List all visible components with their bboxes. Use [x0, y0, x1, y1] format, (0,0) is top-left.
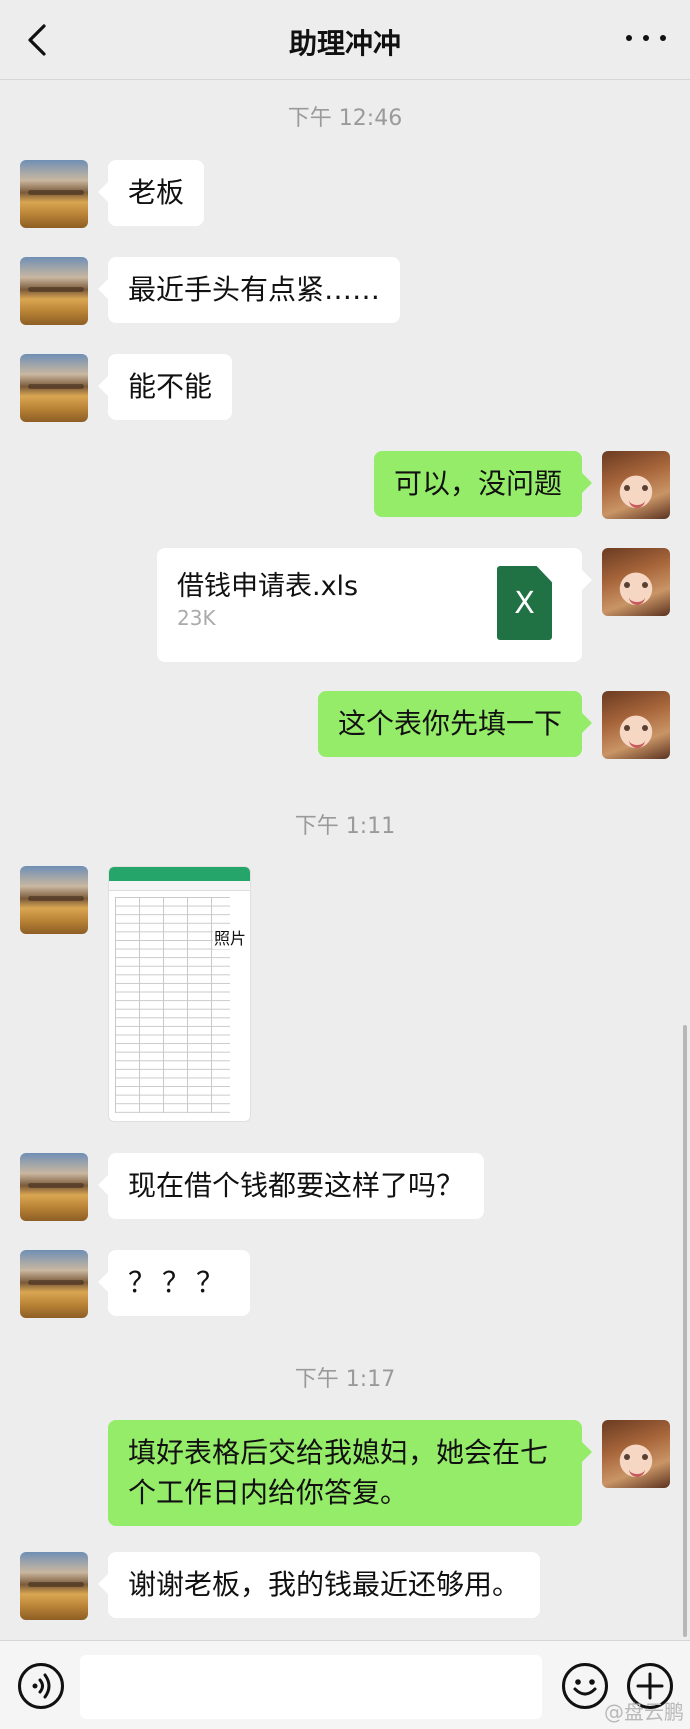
chat-title: 助理冲冲: [288, 27, 401, 60]
file-size: 23K: [177, 606, 216, 630]
timestamp: 下午 1:11: [294, 814, 396, 839]
message-bubble[interactable]: 填好表格后交给我媳妇，她会在七个工作日内给你答复。: [108, 1420, 592, 1526]
spreadsheet-image[interactable]: 照片: [108, 866, 251, 1122]
message-bubble[interactable]: 谢谢老板，我的钱最近还够用。: [97, 1552, 541, 1618]
file-message-card[interactable]: 借钱申请表.xls 23K X: [157, 548, 592, 662]
message-bubble[interactable]: ？？？: [97, 1250, 251, 1316]
message-bubble[interactable]: 最近手头有点紧……: [97, 257, 401, 323]
watermark: @盘云鹏: [604, 1700, 684, 1724]
contact-avatar[interactable]: [20, 257, 88, 325]
timestamp: 下午 1:17: [294, 1367, 396, 1392]
message-bubble[interactable]: 能不能: [97, 354, 233, 420]
photo-label: 照片: [213, 925, 248, 949]
file-name: 借钱申请表.xls: [177, 571, 359, 602]
message-bubble[interactable]: 现在借个钱都要这样了吗？: [97, 1153, 485, 1219]
message-input[interactable]: [80, 1655, 542, 1719]
contact-avatar[interactable]: [20, 1552, 88, 1620]
spreadsheet-tabs: [109, 881, 250, 891]
user-avatar[interactable]: [602, 451, 670, 519]
voice-input-icon[interactable]: [18, 1663, 64, 1709]
input-bar: [0, 1640, 690, 1729]
excel-file-letter: X: [514, 586, 535, 621]
contact-avatar[interactable]: [20, 1153, 88, 1221]
user-avatar[interactable]: [602, 691, 670, 759]
message-bubble[interactable]: 老板: [97, 160, 205, 226]
timestamp: 下午 12:46: [287, 106, 403, 131]
contact-avatar[interactable]: [20, 160, 88, 228]
user-avatar[interactable]: [602, 548, 670, 616]
scrollbar[interactable]: [683, 1025, 687, 1637]
contact-avatar[interactable]: [20, 354, 88, 422]
more-options-icon[interactable]: [626, 30, 666, 46]
message-bubble[interactable]: 可以，没问题: [373, 451, 593, 517]
contact-avatar[interactable]: [20, 1250, 88, 1318]
message-bubble[interactable]: 这个表你先填一下: [317, 691, 593, 757]
contact-avatar[interactable]: [20, 866, 88, 934]
emoji-icon[interactable]: [562, 1663, 608, 1709]
spreadsheet-toolbar: [109, 867, 250, 881]
user-avatar[interactable]: [602, 1420, 670, 1488]
chat-header: 助理冲冲: [0, 0, 690, 80]
